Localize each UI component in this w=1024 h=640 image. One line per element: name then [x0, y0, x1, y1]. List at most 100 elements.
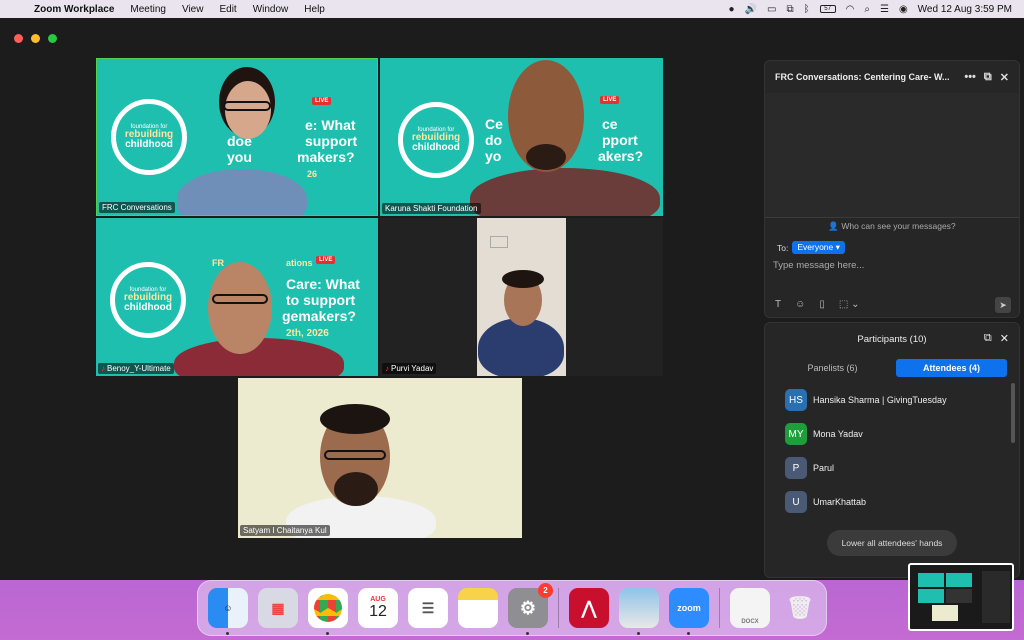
notes-icon[interactable] — [458, 588, 498, 628]
screenshot-icon[interactable]: ⬚ ⌄ — [839, 299, 860, 310]
who-can-see-text: Who can see your messages? — [841, 221, 956, 231]
banner-pre: FR — [212, 258, 224, 268]
file-icon[interactable]: ▯ — [819, 299, 825, 310]
dock: ☺ ▦ AUG 12 ☰ ⚙ 2 ⋀ zoom DOCX 🗑 — [197, 580, 827, 636]
launchpad-icon[interactable]: ▦ — [258, 588, 298, 628]
tile-label: Satyam I Chaitanya Kul — [240, 525, 330, 536]
screen-mirror-icon[interactable]: ⧉ — [786, 4, 793, 15]
list-item[interactable]: P Parul — [765, 451, 1019, 485]
status-area: ● 🔊 ▭ ⧉ ᛒ 57 ◠ ⌕ ☰ ◉ Wed 12 Aug 3:59 PM — [729, 4, 1024, 15]
speaker-hair — [502, 270, 544, 288]
glasses-shape — [212, 294, 268, 304]
menu-view[interactable]: View — [174, 4, 212, 15]
avatar: P — [785, 457, 807, 479]
chat-message-input[interactable]: Type message here... — [773, 260, 864, 271]
recipient-dropdown[interactable]: Everyone ▾ — [792, 241, 845, 254]
video-tile-karuna[interactable]: foundation for rebuilding childhood LIVE… — [380, 58, 663, 216]
display-icon[interactable]: ▭ — [767, 4, 776, 15]
lower-all-hands-button[interactable]: Lower all attendees' hands — [827, 530, 957, 556]
video-tile-satyam[interactable]: Satyam I Chaitanya Kul — [238, 378, 522, 538]
logo-line3: childhood — [124, 302, 172, 313]
send-icon[interactable]: ➤ — [995, 297, 1011, 313]
close-icon[interactable]: ✕ — [1000, 332, 1009, 345]
control-center-icon[interactable]: ☰ — [880, 4, 889, 15]
document-icon[interactable]: DOCX — [730, 588, 770, 628]
thumb-panel — [982, 571, 1010, 623]
chat-header: FRC Conversations: Centering Care- W... … — [765, 61, 1019, 93]
format-text-icon[interactable]: T — [775, 299, 781, 310]
tab-panelists[interactable]: Panelists (6) — [777, 359, 888, 377]
live-badge: LIVE — [316, 256, 336, 264]
chat-panel: FRC Conversations: Centering Care- W... … — [764, 60, 1020, 318]
pop-out-icon[interactable]: ⧉ — [984, 332, 992, 345]
thumb-tile — [918, 589, 944, 603]
mic-muted-icon: ♪ — [385, 364, 389, 373]
menu-app-name[interactable]: Zoom Workplace — [26, 4, 122, 15]
tab-attendees[interactable]: Attendees (4) — [896, 359, 1007, 377]
running-indicator — [326, 632, 329, 635]
running-indicator — [637, 632, 640, 635]
menu-help[interactable]: Help — [296, 4, 333, 15]
volume-icon[interactable]: 🔊 — [745, 4, 757, 15]
tile-label: ♪ Purvi Yadav — [382, 363, 437, 374]
video-tile-purvi[interactable]: ♪ Purvi Yadav — [380, 218, 663, 376]
who-can-see-link[interactable]: 👤 Who can see your messages? — [765, 217, 1019, 233]
banner-headline-b3b: akers? — [598, 148, 644, 164]
close-window-button[interactable] — [14, 33, 23, 43]
attendee-list: HS Hansika Sharma | GivingTuesday MY Mon… — [765, 383, 1019, 519]
fullscreen-window-button[interactable] — [48, 33, 57, 43]
bluetooth-icon[interactable]: ᛒ — [804, 4, 810, 15]
menu-meeting[interactable]: Meeting — [122, 4, 174, 15]
attendee-name: UmarKhattab — [813, 497, 867, 507]
pop-out-icon[interactable]: ⧉ — [984, 71, 992, 84]
trash-icon[interactable]: 🗑 — [780, 588, 820, 628]
tile-label: ♪ Benoy_Y-Ultimate — [98, 363, 174, 374]
more-options-icon[interactable]: ••• — [964, 71, 976, 83]
minimize-window-button[interactable] — [31, 33, 40, 43]
window-titlebar — [0, 18, 1024, 58]
calendar-icon[interactable]: AUG 12 — [358, 588, 398, 628]
participants-panel: Participants (10) ⧉ ✕ Panelists (6) Atte… — [764, 322, 1020, 578]
wifi-icon[interactable]: ◠ — [846, 4, 855, 15]
siri-icon[interactable]: ◉ — [899, 4, 908, 15]
finder-icon[interactable]: ☺ — [208, 588, 248, 635]
frc-logo: foundation for rebuilding childhood — [111, 99, 187, 175]
people-icon: 👤 — [828, 221, 839, 231]
list-item[interactable]: HS Hansika Sharma | GivingTuesday — [765, 383, 1019, 417]
close-icon[interactable]: ✕ — [1000, 71, 1009, 84]
search-icon[interactable]: ⌕ — [864, 4, 870, 15]
menu-window[interactable]: Window — [245, 4, 297, 15]
chrome-icon[interactable] — [308, 588, 348, 635]
preview-icon[interactable] — [619, 588, 659, 635]
system-settings-icon[interactable]: ⚙ 2 — [508, 583, 553, 635]
clock[interactable]: Wed 12 Aug 3:59 PM — [918, 4, 1012, 15]
running-indicator — [226, 632, 229, 635]
scrollbar[interactable] — [1011, 383, 1015, 443]
banner-headline-b3: yo — [485, 148, 502, 164]
video-tile-benoy[interactable]: foundation for rebuilding childhood LIVE… — [96, 218, 378, 376]
participant-tabs: Panelists (6) Attendees (4) — [777, 359, 1007, 377]
menu-edit[interactable]: Edit — [211, 4, 244, 15]
acrobat-icon[interactable]: ⋀ — [569, 588, 609, 628]
video-tile-frc[interactable]: foundation for rebuilding childhood LIVE… — [96, 58, 378, 216]
zoom-app-label: zoom — [677, 603, 701, 613]
live-badge: LIVE — [312, 97, 332, 105]
zoom-window: foundation for rebuilding childhood LIVE… — [0, 18, 1024, 580]
banner-date-fragment: 26 — [307, 169, 318, 179]
recipient-value: Everyone — [797, 242, 834, 252]
screenshot-thumbnail[interactable] — [908, 563, 1014, 631]
zoom-status-icon[interactable]: ● — [729, 4, 735, 15]
battery-icon[interactable]: 57 — [819, 5, 836, 13]
list-item[interactable]: MY Mona Yadav — [765, 417, 1019, 451]
zoom-app-icon[interactable]: zoom — [669, 588, 709, 635]
reminders-icon[interactable]: ☰ — [408, 588, 448, 628]
thumb-tile — [918, 573, 944, 587]
tile-label-text: Purvi Yadav — [391, 364, 434, 373]
emoji-icon[interactable]: ☺ — [795, 299, 805, 310]
notification-badge: 2 — [538, 583, 553, 598]
avatar: HS — [785, 389, 807, 411]
logo-line3: childhood — [125, 139, 173, 150]
list-item[interactable]: U UmarKhattab — [765, 485, 1019, 519]
banner-headline-b2: do — [485, 132, 503, 148]
banner-headline-b1b: ce — [602, 116, 618, 132]
